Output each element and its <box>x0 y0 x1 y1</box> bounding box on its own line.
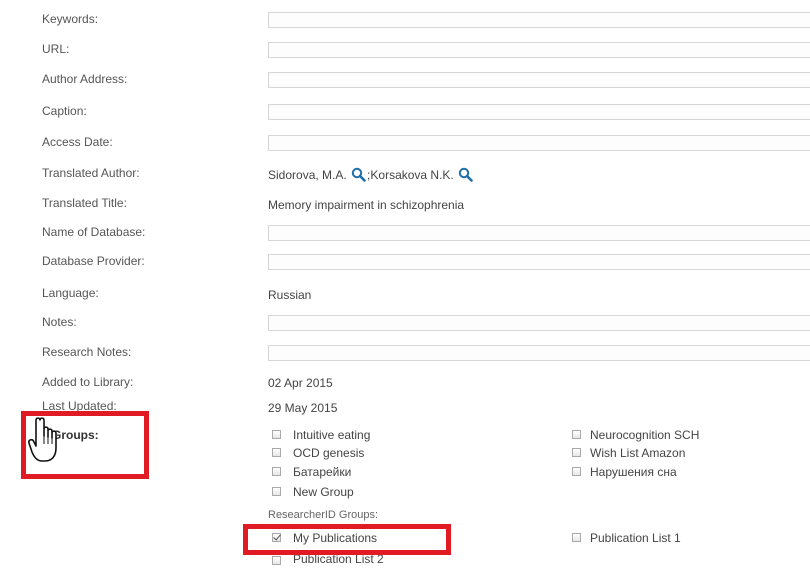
database-provider-label: Database Provider: <box>42 254 145 268</box>
added-to-library-value: 02 Apr 2015 <box>268 376 333 390</box>
translated-title-label: Translated Title: <box>42 196 127 210</box>
author-address-label: Author Address: <box>42 72 128 86</box>
group-label-wish-list-amazon: Wish List Amazon <box>590 446 686 460</box>
checkbox-group-neurocognition-sch[interactable] <box>572 430 581 439</box>
url-field[interactable] <box>268 42 810 58</box>
checkbox-group-sleep-disorders[interactable] <box>572 467 581 476</box>
database-provider-field[interactable] <box>268 254 810 270</box>
language-label: Language: <box>42 286 99 300</box>
keywords-field[interactable] <box>268 12 810 28</box>
group-label-ocd-genesis: OCD genesis <box>293 446 365 460</box>
search-author-korsakova-icon[interactable] <box>458 167 473 182</box>
group-label-intuitive-eating: Intuitive eating <box>293 428 371 442</box>
research-notes-field[interactable] <box>268 345 810 361</box>
my-publications-highlight-box <box>243 524 451 555</box>
checkbox-publication-list-1[interactable] <box>572 533 581 542</box>
research-notes-label: Research Notes: <box>42 345 132 359</box>
name-of-database-label: Name of Database: <box>42 225 146 239</box>
notes-label: Notes: <box>42 315 77 329</box>
researcherid-groups-heading: ResearcherID Groups: <box>268 509 379 521</box>
language-value: Russian <box>268 288 312 302</box>
author-address-field[interactable] <box>268 72 810 88</box>
group-label-batteries: Батарейки <box>293 465 352 479</box>
checkbox-group-intuitive-eating[interactable] <box>272 430 281 439</box>
added-to-library-label: Added to Library: <box>42 375 134 389</box>
access-date-label: Access Date: <box>42 135 113 149</box>
url-label: URL: <box>42 42 70 56</box>
group-label-publication-list-1: Publication List 1 <box>590 531 681 545</box>
translated-title-value: Memory impairment in schizophrenia <box>268 198 465 212</box>
translated-author-value: Sidorova, M.A. ;Korsakova N.K. <box>268 167 474 182</box>
hand-pointer-icon <box>28 417 57 462</box>
checkbox-group-new-group[interactable] <box>272 487 281 496</box>
last-updated-value: 29 May 2015 <box>268 401 338 415</box>
author-korsakova: Korsakova N.K. <box>370 168 454 182</box>
access-date-field[interactable] <box>268 135 810 151</box>
group-label-new-group: New Group <box>293 485 354 499</box>
checkbox-group-wish-list-amazon[interactable] <box>572 448 581 457</box>
caption-field[interactable] <box>268 104 810 120</box>
author-sidorova: Sidorova, M.A. <box>268 168 347 182</box>
checkbox-publication-list-2[interactable] <box>272 556 281 565</box>
translated-author-label: Translated Author: <box>42 166 140 180</box>
checkbox-group-batteries[interactable] <box>272 467 281 476</box>
keywords-label: Keywords: <box>42 12 99 26</box>
group-label-sleep-disorders: Нарушения сна <box>590 465 677 479</box>
group-label-neurocognition-sch: Neurocognition SCH <box>590 428 700 442</box>
notes-field[interactable] <box>268 315 810 331</box>
search-author-sidorova-icon[interactable] <box>351 167 366 182</box>
caption-label: Caption: <box>42 104 87 118</box>
name-of-database-field[interactable] <box>268 225 810 241</box>
checkbox-group-ocd-genesis[interactable] <box>272 448 281 457</box>
